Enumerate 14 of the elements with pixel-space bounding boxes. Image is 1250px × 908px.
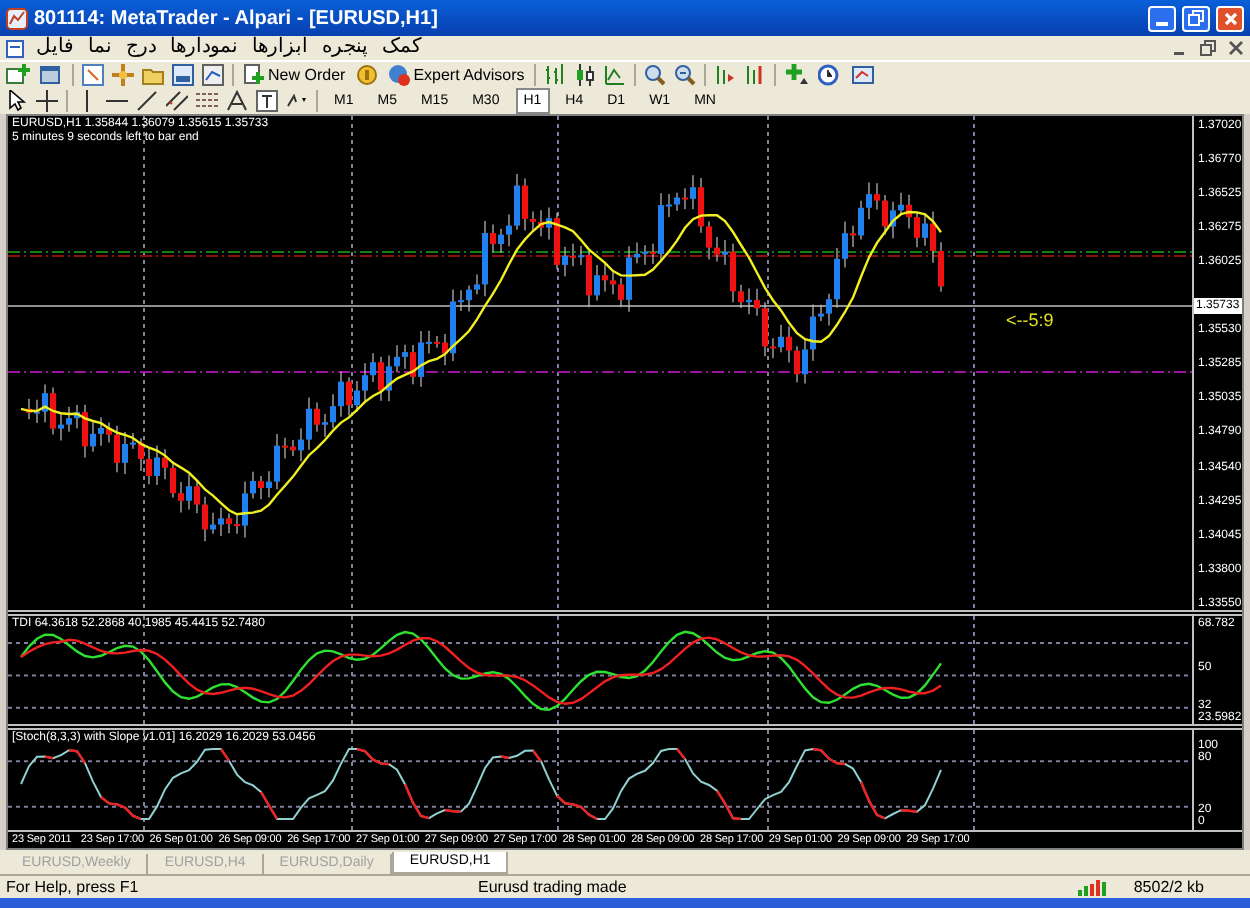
- window-title: 801114: MetaTrader - Alpari - [EURUSD,H1]: [34, 5, 438, 33]
- menu-item[interactable]: کمک: [382, 36, 422, 60]
- new-order-button[interactable]: New Order: [242, 63, 348, 87]
- menu-item[interactable]: نما: [88, 36, 112, 60]
- menu-item[interactable]: پنجره: [322, 36, 368, 60]
- help-hint: For Help, press F1: [6, 875, 141, 899]
- menu-item[interactable]: فایل: [36, 36, 74, 60]
- countdown-label: <--5:9: [1006, 310, 1054, 330]
- expert-advisors-button[interactable]: Expert Advisors: [385, 63, 527, 87]
- traffic-counter: 8502/2 kb: [1133, 875, 1204, 899]
- status-message: Eurusd trading made: [478, 875, 627, 899]
- menu-item[interactable]: درج: [126, 36, 156, 60]
- menu-item[interactable]: ابزارها: [252, 36, 308, 60]
- menu-item[interactable]: نمودارها: [170, 36, 238, 60]
